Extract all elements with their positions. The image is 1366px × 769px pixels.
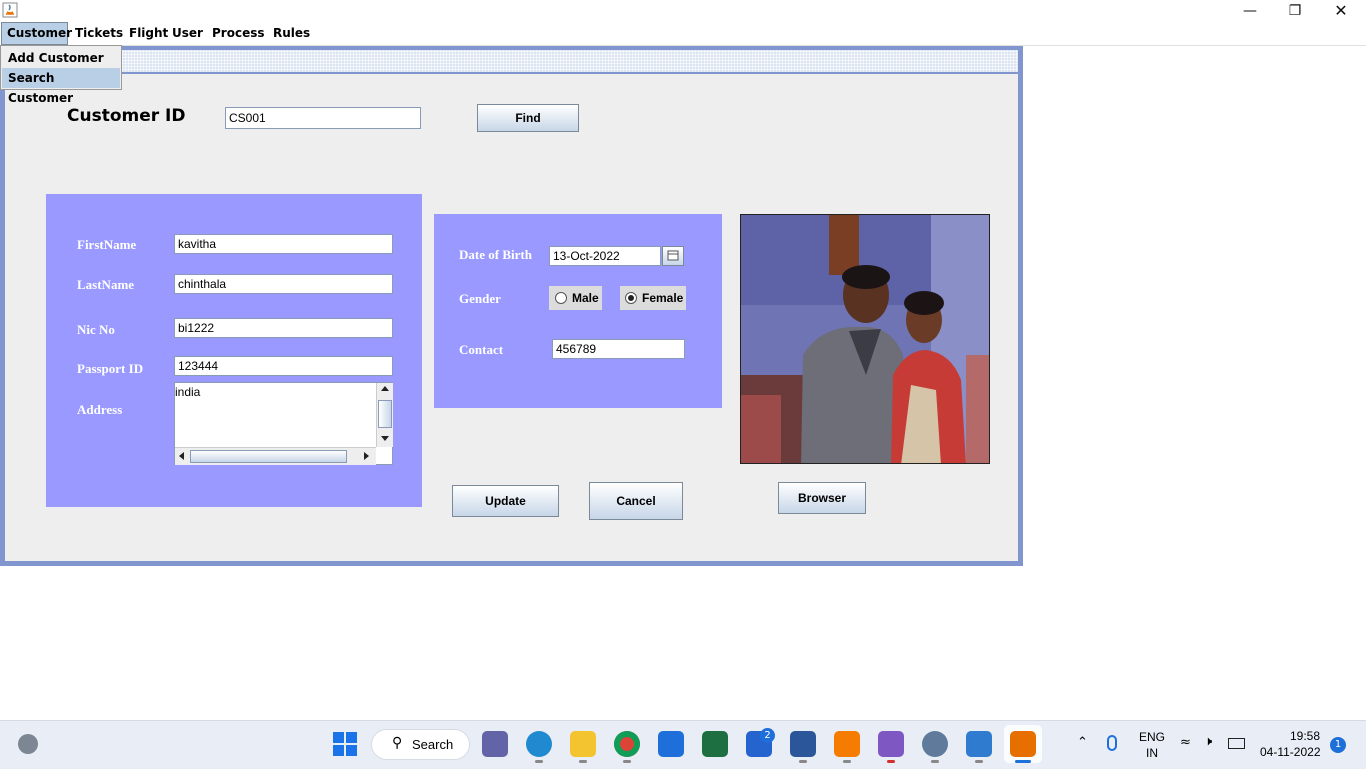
menu-process[interactable]: Process xyxy=(207,22,270,45)
female-label: Female xyxy=(642,291,684,305)
excel-icon[interactable] xyxy=(702,731,728,757)
nic-label: Nic No xyxy=(77,322,115,337)
edge-browser-icon[interactable] xyxy=(526,731,552,757)
window-title-bar xyxy=(0,0,1366,22)
horizontal-scroll-thumb[interactable] xyxy=(190,450,347,463)
java-app-icon xyxy=(2,2,18,18)
passport-label: Passport ID xyxy=(77,361,144,376)
firstname-label: FirstName xyxy=(77,237,137,252)
male-radio[interactable]: Male xyxy=(549,286,602,310)
update-button[interactable]: Update xyxy=(452,485,559,517)
java-app-taskbar-icon[interactable] xyxy=(1010,731,1036,757)
minimize-icon[interactable]: — xyxy=(1227,0,1273,22)
menu-flight[interactable]: Flight xyxy=(124,22,173,45)
photos-running-indicator xyxy=(975,760,983,763)
todo-badge: 2 xyxy=(760,728,775,743)
contact-label: Contact xyxy=(459,342,504,357)
hexagon-running-indicator xyxy=(887,760,895,763)
customer-photo xyxy=(740,214,990,464)
vertical-scroll-thumb[interactable] xyxy=(378,400,392,428)
word-running-indicator xyxy=(799,760,807,763)
battery-icon[interactable] xyxy=(1228,738,1245,749)
firstname-field[interactable]: kavitha xyxy=(174,234,393,254)
mail-icon[interactable] xyxy=(658,731,684,757)
scroll-right-icon[interactable] xyxy=(364,452,369,460)
photos-icon[interactable] xyxy=(966,731,992,757)
clock-time[interactable]: 19:58 xyxy=(1290,729,1320,743)
settings-gear-icon[interactable] xyxy=(922,731,948,757)
details-panel xyxy=(434,214,722,408)
menu-item-search-customer[interactable]: Search Customer xyxy=(2,68,120,105)
browser-button[interactable]: Browser xyxy=(778,482,866,514)
chrome-browser-icon[interactable] xyxy=(614,731,640,757)
word-icon[interactable] xyxy=(790,731,816,757)
java-active-indicator xyxy=(1015,760,1031,763)
teams-chat-icon[interactable] xyxy=(482,731,508,757)
radio-checked-icon xyxy=(625,291,637,304)
language-top[interactable]: ENG xyxy=(1139,730,1165,744)
wifi-icon[interactable]: ≈ xyxy=(1180,735,1191,750)
file-explorer-icon[interactable] xyxy=(570,731,596,757)
search-icon: ⚲ xyxy=(392,735,403,751)
microphone-icon[interactable] xyxy=(1107,735,1117,751)
menu-item-add-customer[interactable]: Add Customer xyxy=(2,48,120,68)
radio-unchecked-icon xyxy=(555,291,567,304)
lastname-label: LastName xyxy=(77,277,135,292)
settings-running-indicator xyxy=(931,760,939,763)
weather-icon[interactable] xyxy=(18,734,38,754)
scroll-left-icon[interactable] xyxy=(179,452,184,460)
menu-user[interactable]: User xyxy=(167,22,208,45)
restore-icon[interactable]: ❐ xyxy=(1272,0,1318,22)
internal-frame-title-bar[interactable] xyxy=(4,50,1018,72)
customer-menu-dropdown: Add Customer Search Customer xyxy=(0,45,122,105)
lastname-field[interactable]: chinthala xyxy=(174,274,393,294)
windows-start-icon[interactable] xyxy=(333,732,357,759)
language-bottom[interactable]: IN xyxy=(1146,746,1158,760)
menu-rules[interactable]: Rules xyxy=(268,22,315,45)
dob-field[interactable]: 13-Oct-2022 xyxy=(549,246,661,266)
menu-customer[interactable]: Customer xyxy=(1,22,72,45)
address-horizontal-scrollbar[interactable] xyxy=(175,447,376,465)
contact-field[interactable]: 456789 xyxy=(552,339,685,359)
menu-tickets[interactable]: Tickets xyxy=(70,22,128,45)
hexagon-app-icon[interactable] xyxy=(878,731,904,757)
male-label: Male xyxy=(572,291,599,305)
gender-label: Gender xyxy=(459,291,501,306)
scroll-up-icon[interactable] xyxy=(381,386,389,391)
close-icon[interactable]: ✕ xyxy=(1318,0,1364,22)
scroll-down-icon[interactable] xyxy=(381,436,389,441)
customer-id-input[interactable]: CS001 xyxy=(225,107,421,129)
cancel-button[interactable]: Cancel xyxy=(589,482,683,520)
nic-field[interactable]: bi1222 xyxy=(174,318,393,338)
chrome-running-indicator xyxy=(623,760,631,763)
edge-running-indicator xyxy=(535,760,543,763)
address-label: Address xyxy=(77,402,123,417)
find-button[interactable]: Find xyxy=(477,104,579,132)
dob-label: Date of Birth xyxy=(459,247,532,262)
customer-id-label: Customer ID xyxy=(67,106,186,126)
female-radio[interactable]: Female xyxy=(620,286,686,310)
calendar-button[interactable] xyxy=(662,246,684,266)
taskbar-search-label: Search xyxy=(412,737,454,752)
explorer-running-indicator xyxy=(579,760,587,763)
xampp-icon[interactable] xyxy=(834,731,860,757)
notification-badge[interactable]: 1 xyxy=(1330,737,1346,753)
passport-field[interactable]: 123444 xyxy=(174,356,393,376)
volume-icon[interactable]: 🕨 xyxy=(1204,734,1212,749)
address-vertical-scrollbar[interactable] xyxy=(376,383,393,447)
address-textarea[interactable]: india xyxy=(175,385,200,399)
chevron-up-icon[interactable]: ⌃ xyxy=(1077,735,1088,750)
clock-date[interactable]: 04-11-2022 xyxy=(1260,745,1321,759)
xampp-running-indicator xyxy=(843,760,851,763)
taskbar-search-box[interactable]: ⚲ Search xyxy=(371,729,470,760)
calendar-icon xyxy=(667,250,679,261)
